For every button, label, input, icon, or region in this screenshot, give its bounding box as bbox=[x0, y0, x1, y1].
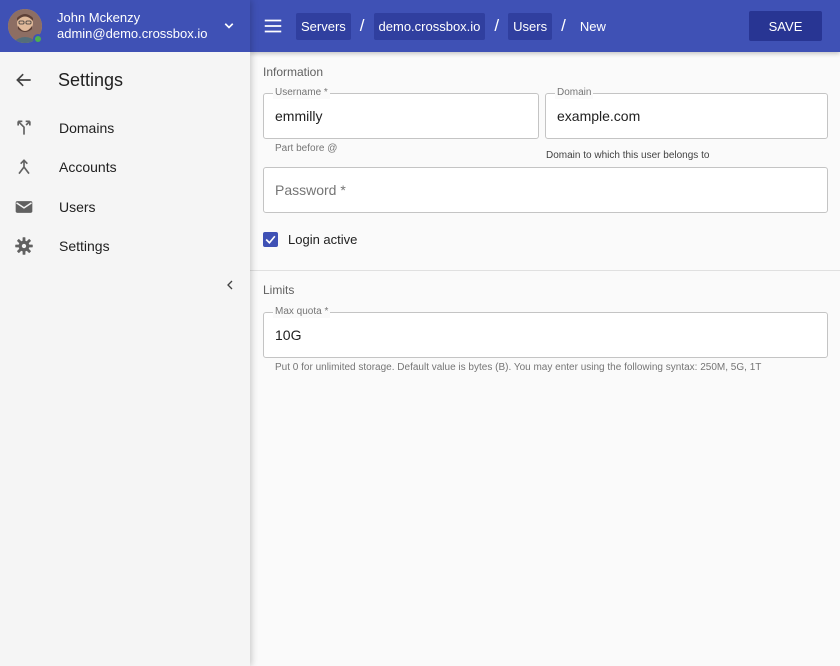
password-placeholder: Password * bbox=[275, 182, 346, 198]
sidebar-item-settings[interactable]: Settings bbox=[0, 227, 250, 267]
save-button[interactable]: SAVE bbox=[749, 11, 822, 41]
user-email: admin@demo.crossbox.io bbox=[57, 26, 208, 41]
arrow-back-icon[interactable] bbox=[14, 70, 34, 90]
max-quota-helper: Put 0 for unlimited storage. Default val… bbox=[275, 362, 762, 373]
check-icon bbox=[265, 235, 276, 244]
fork-icon bbox=[17, 120, 31, 135]
username-field[interactable]: Username * emmilly bbox=[263, 87, 539, 139]
sidebar-item-label: Domains bbox=[59, 119, 115, 136]
username-helper: Part before @ bbox=[275, 143, 338, 154]
sidebar-item-users[interactable]: Users bbox=[0, 187, 250, 227]
settings-title: Settings bbox=[58, 69, 124, 90]
breadcrumb-users[interactable]: Users bbox=[508, 12, 553, 40]
mail-icon bbox=[15, 200, 33, 213]
domain-helper: Domain to which this user belongs to bbox=[546, 150, 710, 161]
menu-icon[interactable] bbox=[262, 15, 284, 37]
max-quota-field[interactable]: Max quota * 10G bbox=[263, 306, 828, 358]
section-title-information: Information bbox=[263, 65, 324, 79]
domain-field[interactable]: Domain example.com bbox=[545, 87, 828, 139]
breadcrumb-separator: / bbox=[359, 16, 365, 35]
breadcrumb-servers[interactable]: Servers bbox=[296, 12, 351, 40]
domain-value: example.com bbox=[557, 108, 641, 124]
breadcrumb-separator: / bbox=[494, 16, 500, 35]
sidebar-item-domains[interactable]: Domains bbox=[0, 108, 250, 148]
section-divider bbox=[250, 270, 840, 271]
gear-icon bbox=[15, 237, 33, 255]
merge-icon bbox=[18, 159, 30, 175]
breadcrumb-separator: / bbox=[561, 16, 566, 35]
login-active-checkbox[interactable] bbox=[263, 232, 278, 247]
password-field[interactable]: Password * bbox=[263, 167, 828, 213]
breadcrumb: Servers / demo.crossbox.io / Users / New bbox=[296, 12, 611, 40]
max-quota-label: Max quota * bbox=[273, 306, 331, 318]
max-quota-value: 10G bbox=[275, 327, 302, 343]
breadcrumb-server[interactable]: demo.crossbox.io bbox=[373, 12, 486, 40]
avatar bbox=[8, 9, 43, 44]
settings-header: Settings bbox=[0, 52, 250, 108]
breadcrumb-current: New bbox=[579, 18, 606, 34]
sidebar-item-label: Users bbox=[59, 198, 96, 215]
online-status-dot bbox=[33, 34, 43, 44]
sidebar-item-label: Settings bbox=[59, 238, 110, 255]
section-title-limits: Limits bbox=[263, 283, 295, 297]
login-active-label[interactable]: Login active bbox=[288, 232, 357, 247]
chevron-down-icon[interactable] bbox=[220, 17, 238, 35]
user-header[interactable]: John Mckenzy admin@demo.crossbox.io bbox=[0, 0, 250, 52]
domain-label: Domain bbox=[555, 87, 594, 99]
username-label: Username * bbox=[273, 87, 330, 99]
top-app-bar: Servers / demo.crossbox.io / Users / New… bbox=[250, 0, 840, 52]
chevron-left-icon[interactable] bbox=[222, 277, 238, 293]
sidebar-item-accounts[interactable]: Accounts bbox=[0, 148, 250, 188]
username-value: emmilly bbox=[275, 108, 323, 124]
sidebar: John Mckenzy admin@demo.crossbox.io Sett… bbox=[0, 0, 250, 666]
sidebar-item-label: Accounts bbox=[59, 159, 117, 176]
user-name: John Mckenzy bbox=[57, 10, 141, 25]
